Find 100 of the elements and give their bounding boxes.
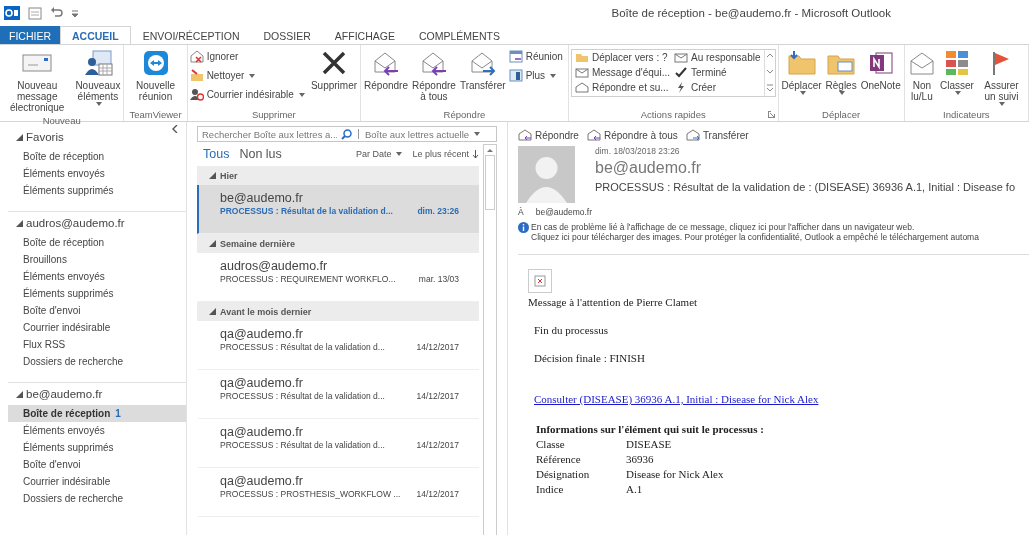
ribbon-tab[interactable]: ACCUEIL	[60, 26, 131, 44]
broken-image-icon	[528, 269, 552, 293]
message-item[interactable]: qa@audemo.fr PROCESSUS : PROSTHESIS_WORKFLOW ... 14/12/2017	[197, 468, 479, 517]
folder-item[interactable]: Boîte d'envoi	[8, 456, 186, 473]
quick-step[interactable]: Terminé	[674, 65, 761, 80]
account-folder[interactable]: Favoris	[26, 131, 64, 143]
expanded-arrow-icon[interactable]	[209, 240, 216, 247]
dropdown-caret-icon	[298, 92, 305, 97]
expanded-arrow-icon[interactable]	[209, 172, 216, 179]
ribbon-button[interactable]: OneNote	[859, 47, 902, 93]
body-paragraph: Fin du processus	[534, 324, 609, 336]
undo-icon[interactable]	[50, 6, 64, 20]
folder-item[interactable]: Éléments supprimés	[8, 285, 186, 302]
group-header[interactable]: Hier	[197, 166, 479, 185]
ribbon-tab[interactable]: ENVOI/RÉCEPTION	[130, 26, 252, 44]
reply-action[interactable]: Transférer	[685, 129, 749, 141]
dropdown-caret-icon	[249, 73, 256, 78]
ribbon-button[interactable]: Nouvelle réunion	[126, 47, 185, 104]
ribbon-button[interactable]: Ignorer	[189, 48, 308, 65]
info-bar-text[interactable]: Cliquez ici pour télécharger des images. Pour protéger la confidentialité, Outlook a empêché le téléchargement automa	[531, 232, 979, 242]
message-item[interactable]: qa@audemo.fr PROCESSUS : Résultat de la validation d... 14/12/2017	[197, 419, 479, 468]
quick-step[interactable]: Message d'équi...	[574, 65, 670, 80]
collapse-pane-icon[interactable]	[172, 125, 178, 133]
dropdown-caret-icon	[999, 102, 1006, 106]
search-scope-dropdown[interactable]: Boîte aux lettres actuelle	[365, 128, 481, 140]
folder-item[interactable]: Flux RSS	[8, 336, 186, 353]
account-folder[interactable]: be@audemo.fr	[26, 388, 103, 400]
filter-tab[interactable]: Tous	[203, 147, 230, 161]
folder-item[interactable]: Courrier indésirable	[8, 473, 186, 490]
ribbon-button[interactable]: Répondre à tous	[410, 47, 457, 104]
ribbon-button[interactable]: Assurer un suivi	[976, 47, 1026, 108]
message-item[interactable]: be@audemo.fr PROCESSUS : Résultat de la validation d... dim. 23:26	[197, 185, 479, 234]
junk-icon	[189, 88, 204, 101]
group-label: Déplacer	[822, 109, 861, 120]
folder-item[interactable]: Boîte d'envoi	[8, 302, 186, 319]
message-item[interactable]: qa@audemo.fr PROCESSUS : Résultat de la validation d... 14/12/2017	[197, 370, 479, 419]
quick-step[interactable]: Répondre et su...	[574, 80, 670, 95]
folder-item[interactable]: Brouillons	[8, 251, 186, 268]
ribbon-button[interactable]: Réunion	[508, 48, 566, 65]
search-field[interactable]: Rechercher Boîte aux lettres a... Boîte aux lettres actuelle	[197, 126, 497, 142]
ribbon-tab[interactable]: AFFICHAGE	[322, 26, 407, 44]
ribbon-button[interactable]: Règles	[824, 47, 858, 97]
teamviewer-icon	[142, 49, 169, 77]
ribbon-tab[interactable]: COMPLÉMENTS	[406, 26, 512, 44]
ribbon-button[interactable]: Courrier indésirable	[189, 86, 308, 103]
folder-item[interactable]: Éléments envoyés	[8, 165, 186, 182]
search-icon[interactable]	[341, 128, 352, 140]
info-bar-text[interactable]: En cas de problème lié à l'affichage de ce message, cliquez ici pour l'afficher dans un navigateur web.	[531, 222, 979, 232]
ribbon-button[interactable]: Transférer	[458, 47, 507, 93]
group-header[interactable]: Semaine dernière	[197, 234, 479, 253]
group-header[interactable]: Avant le mois dernier	[197, 302, 479, 321]
scrollbar[interactable]	[483, 144, 497, 535]
ribbon-button[interactable]: Nettoyer	[189, 67, 308, 84]
filter-tab[interactable]: Non lus	[239, 147, 282, 161]
ribbon-button[interactable]: Plus	[508, 67, 566, 84]
quick-step[interactable]: Déplacer vers : ?	[574, 50, 670, 65]
folder-item[interactable]: Boîte de réception	[8, 234, 186, 251]
scrollbar-thumb[interactable]	[485, 155, 495, 210]
folder-item[interactable]: Dossiers de recherche	[8, 353, 186, 370]
expanded-arrow-icon[interactable]	[16, 219, 23, 227]
message-item[interactable]: qa@audemo.fr PROCESSUS : Résultat de la validation d... 14/12/2017	[197, 321, 479, 370]
message-subject: PROCESSUS : Résultat de la validation de : (DISEASE) 36936 A.1, Initial : Disease fo	[595, 181, 1016, 193]
ribbon-button[interactable]: Répondre	[363, 47, 409, 93]
table-cell: DISEASE	[626, 438, 672, 450]
outlook-logo-icon[interactable]	[4, 5, 20, 21]
folder-item[interactable]: Éléments supprimés	[8, 439, 186, 456]
expanded-arrow-icon[interactable]	[16, 133, 23, 141]
consult-link[interactable]: Consulter (DISEASE) 36936 A.1, Initial : Disease for Nick Alex	[534, 393, 819, 405]
ribbon-tab[interactable]: DOSSIER	[251, 26, 323, 44]
folder-item[interactable]: Boîte de réception 1	[8, 405, 186, 422]
gallery-scroll-icon[interactable]	[763, 50, 775, 96]
info-icon	[518, 222, 529, 233]
reply-action[interactable]: Répondre	[518, 129, 579, 141]
ribbon-button[interactable]: Classer	[939, 47, 975, 97]
file-tab[interactable]: FICHIER	[0, 26, 60, 44]
expanded-arrow-icon[interactable]	[209, 308, 216, 315]
dropdown-caret-icon	[396, 152, 403, 156]
folder-item[interactable]: Boîte de réception	[8, 148, 186, 165]
table-cell: 36936	[626, 453, 654, 465]
reply-action[interactable]: Répondre à tous	[586, 129, 678, 141]
ribbon-button[interactable]: Déplacer	[780, 47, 823, 97]
ribbon-button[interactable]: Nouveaux éléments	[74, 47, 122, 108]
folder-item[interactable]: Éléments envoyés	[8, 268, 186, 285]
ribbon-button[interactable]: Nouveau message électronique	[2, 47, 73, 115]
sort-dropdown[interactable]: Par Date	[355, 149, 403, 159]
quick-step[interactable]: Au responsable	[674, 50, 761, 65]
ribbon-button[interactable]: Non lu/Lu	[906, 47, 938, 104]
dialog-launcher-icon[interactable]	[767, 111, 775, 118]
account-folder[interactable]: audros@audemo.fr	[26, 217, 125, 229]
folder-item[interactable]: Éléments supprimés	[8, 182, 186, 199]
sort-order-button[interactable]: Le plus récent	[412, 149, 479, 159]
group-label: Indicateurs	[943, 109, 990, 120]
folder-item[interactable]: Dossiers de recherche	[8, 490, 186, 507]
folder-item[interactable]: Éléments envoyés	[8, 422, 186, 439]
ribbon-button[interactable]: Supprimer	[309, 47, 359, 93]
folder-item[interactable]: Courrier indésirable	[8, 319, 186, 336]
customize-toolbar-icon[interactable]	[71, 9, 79, 17]
table-cell: Classe	[536, 438, 565, 450]
expanded-arrow-icon[interactable]	[16, 390, 23, 398]
quick-step[interactable]: Créer	[674, 80, 761, 95]
